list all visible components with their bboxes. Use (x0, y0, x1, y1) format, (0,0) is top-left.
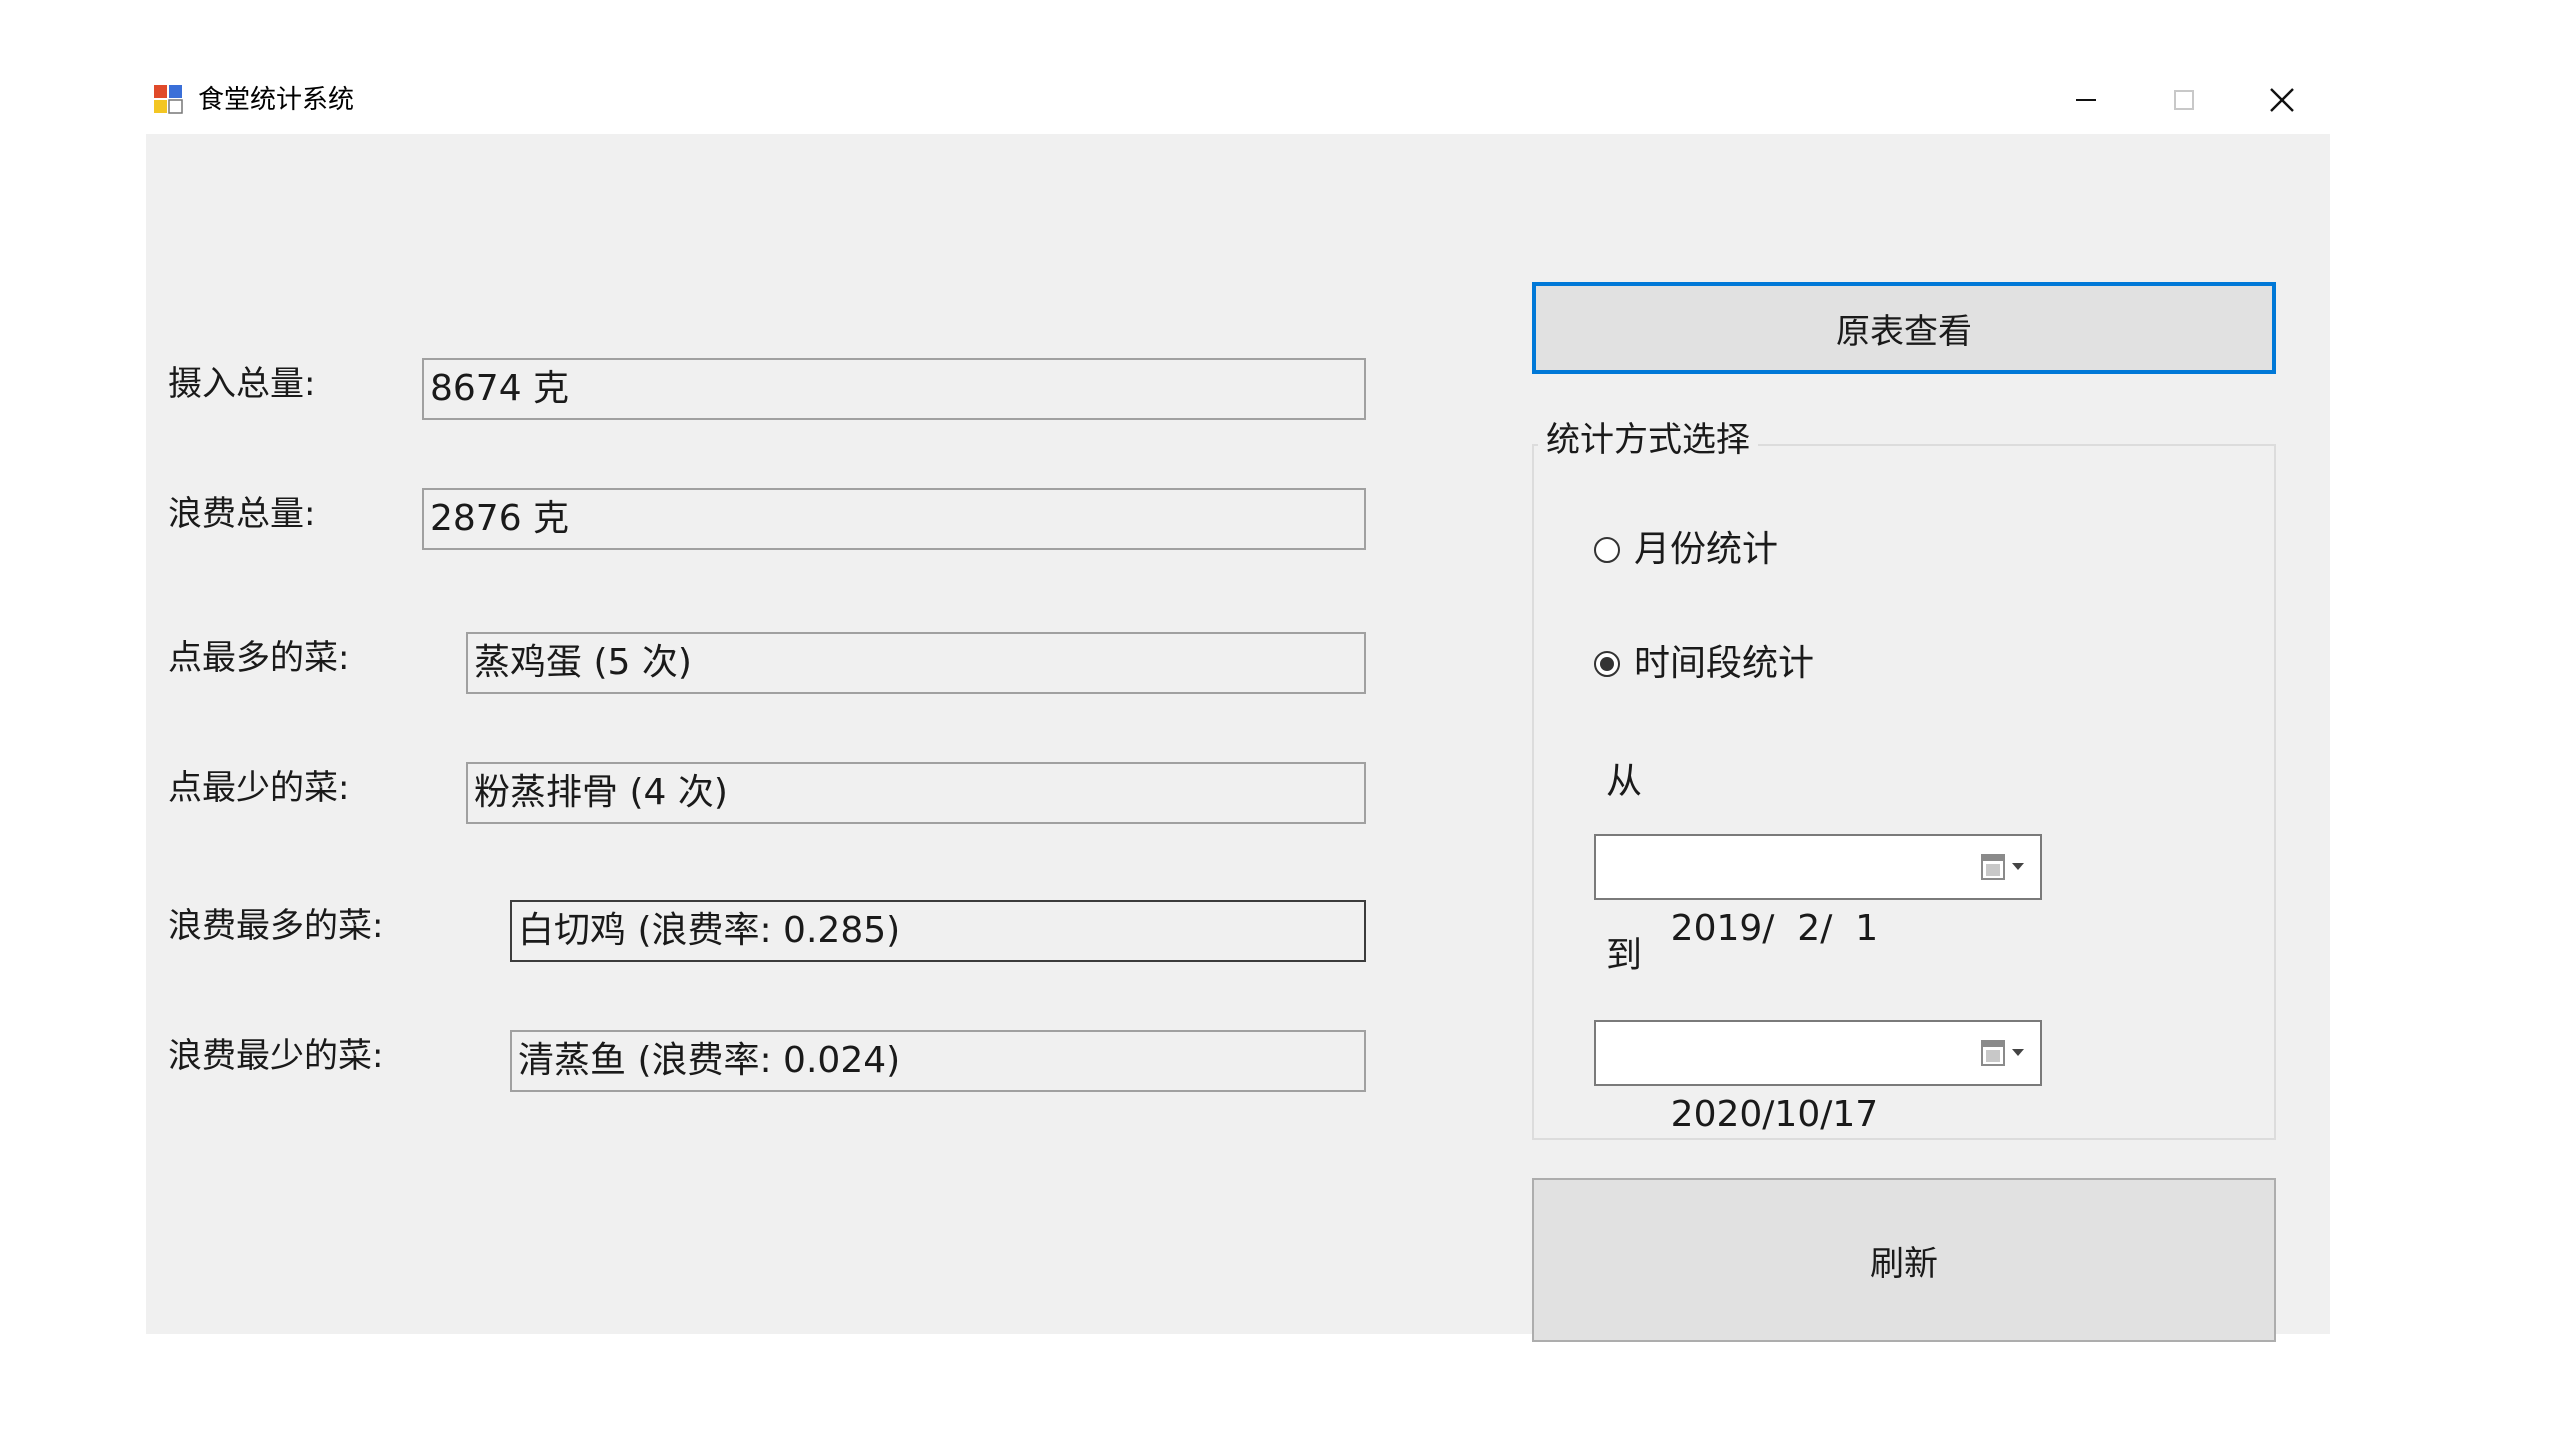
to-date-picker[interactable]: 2020/10/17 (1594, 1020, 2042, 1135)
maximize-button[interactable] (2136, 68, 2232, 132)
least-ordered-label: 点最少的菜: (168, 768, 350, 808)
least-wasted-field[interactable]: 清蒸鱼 (浪费率: 0.024) (510, 1030, 1366, 1092)
most-ordered-field[interactable]: 蒸鸡蛋 (5 次) (466, 632, 1366, 694)
most-wasted-label: 浪费最多的菜: (168, 906, 384, 946)
close-icon (2269, 87, 2295, 113)
to-date-value: 2020/10/17 (1670, 1094, 1879, 1135)
intake-total-label: 摄入总量: (168, 364, 316, 404)
client-area: 摄入总量: 8674 克 浪费总量: 2876 克 点最多的菜: 蒸鸡蛋 (5 … (146, 134, 2330, 1342)
radio-time-range[interactable]: 时间段统计 (1594, 642, 1814, 686)
calendar-dropdown-icon[interactable] (1980, 852, 2030, 882)
radio-time-range-circle (1594, 651, 1620, 677)
calendar-dropdown-icon[interactable] (1980, 1038, 2030, 1068)
stat-mode-group-title: 统计方式选择 (1538, 418, 1758, 462)
from-date-picker[interactable]: 2019/ 2/ 1 (1594, 834, 2042, 949)
radio-selected-dot (1600, 657, 1614, 671)
waste-total-label: 浪费总量: (168, 494, 316, 534)
waste-total-field[interactable]: 2876 克 (422, 488, 1366, 550)
view-original-button[interactable]: 原表查看 (1532, 282, 2276, 374)
refresh-button[interactable]: 刷新 (1532, 1178, 2276, 1342)
radio-monthly-label: 月份统计 (1634, 529, 1779, 570)
from-date-value: 2019/ 2/ 1 (1670, 908, 1879, 949)
intake-total-field[interactable]: 8674 克 (422, 358, 1366, 420)
app-icon (152, 83, 184, 115)
minimize-button[interactable] (2038, 68, 2134, 132)
to-label: 到 (1606, 935, 1643, 976)
minimize-icon (2074, 88, 2098, 112)
most-ordered-label: 点最多的菜: (168, 638, 350, 678)
most-wasted-field[interactable]: 白切鸡 (浪费率: 0.285) (510, 900, 1366, 962)
radio-monthly[interactable]: 月份统计 (1594, 528, 1778, 572)
least-wasted-label: 浪费最少的菜: (168, 1036, 384, 1076)
app-window: 食堂统计系统 摄入总量: 8674 克 浪费总量: 2876 克 点最多的菜: … (146, 68, 2330, 1342)
from-label: 从 (1606, 761, 1643, 802)
radio-time-range-label: 时间段统计 (1634, 643, 1815, 684)
radio-monthly-circle (1594, 537, 1620, 563)
maximize-icon (2172, 88, 2196, 112)
title-bar[interactable]: 食堂统计系统 (146, 68, 2330, 132)
least-ordered-field[interactable]: 粉蒸排骨 (4 次) (466, 762, 1366, 824)
window-title: 食堂统计系统 (198, 85, 355, 115)
close-button[interactable] (2234, 68, 2330, 132)
